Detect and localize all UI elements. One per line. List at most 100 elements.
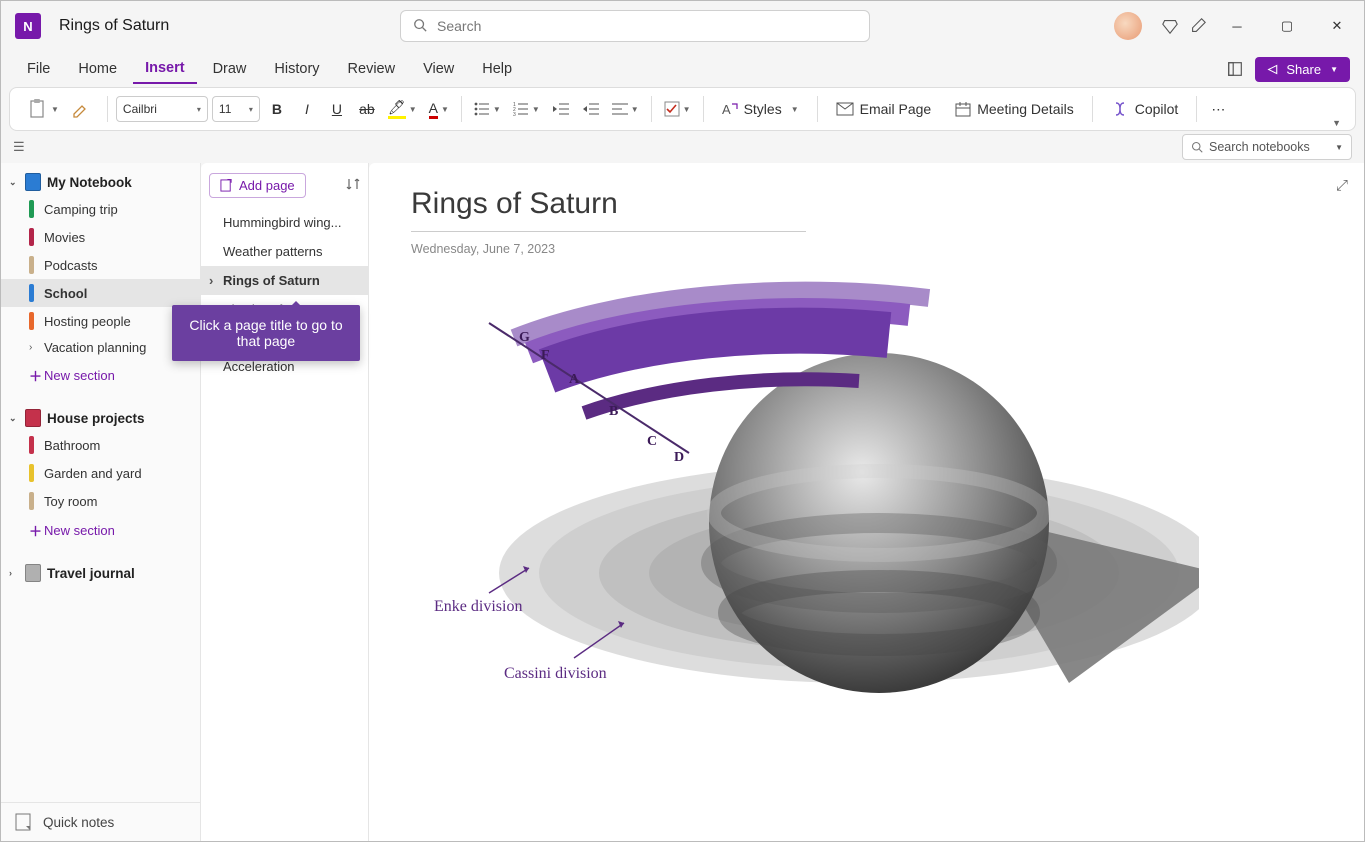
section-label: Toy room bbox=[44, 494, 97, 509]
page-canvas[interactable]: ⤢ Rings of Saturn Wednesday, June 7, 202… bbox=[369, 163, 1364, 841]
open-in-new-icon[interactable] bbox=[1225, 59, 1245, 79]
page-item-rings[interactable]: Rings of Saturn bbox=[201, 266, 368, 295]
more-button[interactable]: ⋯ bbox=[1205, 94, 1231, 124]
styles-label: Styles bbox=[744, 101, 782, 117]
menu-home[interactable]: Home bbox=[66, 55, 129, 83]
size-value: 11 bbox=[219, 102, 231, 116]
section-school[interactable]: School bbox=[1, 279, 200, 307]
titlebar: Rings of Saturn Search ─ ▢ ✕ bbox=[1, 1, 1364, 51]
chevron-down-icon: ▼ bbox=[791, 105, 799, 114]
chevron-down-icon: ▼ bbox=[532, 105, 540, 114]
section-podcasts[interactable]: Podcasts bbox=[1, 251, 200, 279]
underline-button[interactable]: U bbox=[324, 94, 350, 124]
search-icon bbox=[413, 18, 427, 35]
menu-file[interactable]: File bbox=[15, 55, 62, 83]
bullet-list-button[interactable]: ▼ bbox=[470, 94, 505, 124]
diamond-icon[interactable] bbox=[1160, 16, 1180, 36]
copilot-button[interactable]: Copilot bbox=[1101, 94, 1189, 124]
chevron-down-icon: ▾ bbox=[197, 105, 201, 114]
page-title[interactable]: Rings of Saturn bbox=[411, 187, 806, 232]
menu-review[interactable]: Review bbox=[336, 55, 408, 83]
menu-history[interactable]: History bbox=[262, 55, 331, 83]
new-section-label: New section bbox=[44, 523, 115, 538]
page-item-weather[interactable]: Weather patterns bbox=[201, 237, 368, 266]
user-avatar[interactable] bbox=[1114, 12, 1142, 40]
format-painter-button[interactable] bbox=[67, 94, 93, 124]
italic-button[interactable]: I bbox=[294, 94, 320, 124]
quick-notes-button[interactable]: Quick notes bbox=[1, 802, 200, 841]
menu-insert[interactable]: Insert bbox=[133, 54, 197, 84]
svg-text:A: A bbox=[722, 102, 731, 117]
section-label: Vacation planning bbox=[44, 340, 146, 355]
search-notebooks-placeholder: Search notebooks bbox=[1209, 140, 1310, 154]
minimize-button[interactable]: ─ bbox=[1216, 10, 1258, 42]
section-color bbox=[29, 464, 34, 482]
chevron-down-icon: ⌄ bbox=[9, 413, 19, 424]
menu-help[interactable]: Help bbox=[470, 55, 524, 83]
notebook-house-projects[interactable]: ⌄ House projects bbox=[1, 405, 200, 431]
calendar-icon bbox=[955, 101, 971, 117]
highlight-button[interactable]: 🖊▼ bbox=[384, 94, 421, 124]
font-size-select[interactable]: 11 ▾ bbox=[212, 96, 260, 122]
meeting-details-button[interactable]: Meeting Details bbox=[945, 94, 1084, 124]
section-color bbox=[29, 284, 34, 302]
panel-toggle-icon[interactable]: ☰ bbox=[13, 139, 25, 155]
saturn-illustration: G F A B C D Enke division Cassini divisi… bbox=[429, 263, 1199, 723]
maximize-button[interactable]: ▢ bbox=[1266, 10, 1308, 42]
align-button[interactable]: ▼ bbox=[608, 94, 643, 124]
section-color bbox=[29, 228, 34, 246]
new-section-button[interactable]: ＋New section bbox=[1, 360, 200, 391]
quick-notes-label: Quick notes bbox=[43, 815, 114, 830]
ring-label-f: F bbox=[541, 348, 550, 363]
outdent-button[interactable] bbox=[548, 94, 574, 124]
section-movies[interactable]: Movies bbox=[1, 223, 200, 251]
sub-toolbar: ☰ Search notebooks ▼ bbox=[1, 131, 1364, 163]
font-color-button[interactable]: A▼ bbox=[425, 94, 453, 124]
section-vacation-planning[interactable]: ›Vacation planning bbox=[1, 335, 200, 360]
strikethrough-button[interactable]: ab bbox=[354, 94, 380, 124]
chevron-down-icon: ▼ bbox=[51, 105, 59, 114]
font-family-select[interactable]: Cailbri ▾ bbox=[116, 96, 208, 122]
numbered-list-button[interactable]: 123 ▼ bbox=[509, 94, 544, 124]
add-page-button[interactable]: Add page bbox=[209, 173, 306, 198]
section-camping-trip[interactable]: Camping trip bbox=[1, 195, 200, 223]
ring-label-g: G bbox=[519, 330, 530, 345]
ring-label-b: B bbox=[609, 404, 618, 419]
menu-draw[interactable]: Draw bbox=[201, 55, 259, 83]
ribbon-expand-button[interactable]: ▼ bbox=[1326, 116, 1347, 130]
section-toy-room[interactable]: Toy room bbox=[1, 487, 200, 515]
global-search[interactable]: Search bbox=[400, 10, 870, 42]
section-label: Movies bbox=[44, 230, 85, 245]
notebook-icon bbox=[25, 564, 41, 582]
email-page-button[interactable]: Email Page bbox=[826, 94, 942, 124]
share-label: Share bbox=[1286, 62, 1321, 77]
section-bathroom[interactable]: Bathroom bbox=[1, 431, 200, 459]
search-icon bbox=[1191, 141, 1203, 153]
fullscreen-icon[interactable]: ⤢ bbox=[1336, 177, 1348, 194]
sort-icon[interactable] bbox=[346, 177, 360, 194]
section-color bbox=[29, 492, 34, 510]
menu-view[interactable]: View bbox=[411, 55, 466, 83]
styles-button[interactable]: A Styles ▼ bbox=[712, 94, 809, 124]
document-title: Rings of Saturn bbox=[59, 17, 169, 35]
page-item-hummingbird[interactable]: Hummingbird wing... bbox=[201, 208, 368, 237]
paste-button[interactable]: ▼ bbox=[24, 94, 63, 124]
section-label: Hosting people bbox=[44, 314, 131, 329]
eyedropper-icon[interactable] bbox=[1188, 16, 1208, 36]
notebook-travel-journal[interactable]: › Travel journal bbox=[1, 560, 200, 586]
search-notebooks-input[interactable]: Search notebooks ▼ bbox=[1182, 134, 1352, 160]
close-button[interactable]: ✕ bbox=[1316, 10, 1358, 42]
share-button[interactable]: Share ▼ bbox=[1255, 57, 1350, 82]
bold-button[interactable]: B bbox=[264, 94, 290, 124]
notebook-label: House projects bbox=[47, 411, 145, 426]
todo-tag-button[interactable]: ▼ bbox=[660, 94, 695, 124]
section-label: Podcasts bbox=[44, 258, 97, 273]
notebook-panel: ⌄ My Notebook Camping trip Movies Podcas… bbox=[1, 163, 201, 841]
indent-button[interactable] bbox=[578, 94, 604, 124]
section-garden[interactable]: Garden and yard bbox=[1, 459, 200, 487]
section-label: Camping trip bbox=[44, 202, 118, 217]
mail-icon bbox=[836, 102, 854, 116]
notebook-my-notebook[interactable]: ⌄ My Notebook bbox=[1, 169, 200, 195]
new-section-button-2[interactable]: ＋New section bbox=[1, 515, 200, 546]
section-hosting-people[interactable]: Hosting people bbox=[1, 307, 200, 335]
